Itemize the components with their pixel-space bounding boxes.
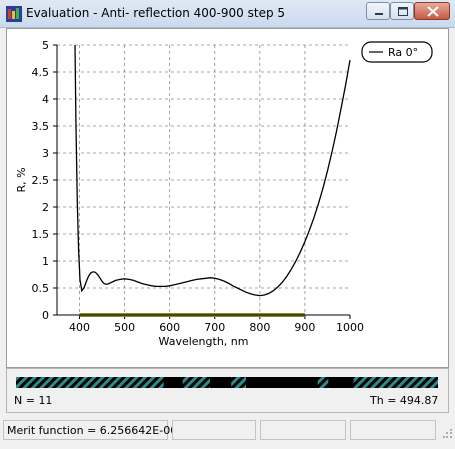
- grid: [57, 44, 350, 315]
- x-tick-label: 600: [159, 321, 180, 334]
- y-tick-label: 2: [42, 201, 49, 214]
- y-axis-label: R, %: [15, 167, 28, 192]
- maximize-button[interactable]: [390, 2, 414, 20]
- x-tick-label: 900: [294, 321, 315, 334]
- y-tick-label: 5: [42, 39, 49, 52]
- layer-strip: [16, 377, 438, 388]
- window-title: Evaluation - Anti- reflection 400-900 st…: [26, 6, 286, 20]
- legend: Ra 0°: [361, 41, 433, 63]
- strip-layer-segment: [317, 377, 329, 388]
- strip-layer-segment: [353, 377, 438, 388]
- minimize-icon: [375, 13, 383, 15]
- close-icon: [427, 6, 439, 17]
- status-cell-2: [172, 420, 256, 440]
- n-label: N = 11: [14, 394, 53, 407]
- strip-layer-segment: [182, 377, 211, 388]
- y-tick-label: 3: [42, 147, 49, 160]
- y-tick-label: 2.5: [32, 174, 50, 187]
- title-bar: Evaluation - Anti- reflection 400-900 st…: [0, 0, 455, 28]
- x-tick-label: 1000: [336, 321, 364, 334]
- chart-panel: 400 500 600 700 800 900 1000 0 0.5 1 1.5 2 2.5 3 3.5 4 4…: [6, 28, 449, 368]
- strip-layer-segment: [16, 377, 164, 388]
- y-tick-label: 1.5: [32, 228, 50, 241]
- minimize-button[interactable]: [366, 2, 390, 20]
- merit-status-cell: Merit function = 6.256642E-001: [3, 420, 184, 440]
- resize-grip-icon[interactable]: [443, 429, 453, 439]
- y-tick-label: 0.5: [32, 282, 50, 295]
- y-tick-label: 1: [42, 255, 49, 268]
- th-label: Th = 494.87: [370, 394, 439, 407]
- y-tick-label: 4.5: [32, 66, 50, 79]
- x-tick-label: 400: [69, 321, 90, 334]
- merit-function-text: Merit function = 6.256642E-001: [7, 424, 185, 437]
- strip-layer-segment: [231, 377, 246, 388]
- x-tick-label: 700: [204, 321, 225, 334]
- y-tick-label: 4: [42, 93, 49, 106]
- legend-label: Ra 0°: [388, 46, 418, 59]
- layer-strip-panel: N = 11 Th = 494.87: [6, 368, 449, 413]
- close-button[interactable]: [414, 2, 450, 20]
- x-tick-label: 800: [249, 321, 270, 334]
- app-icon: [6, 6, 22, 22]
- x-axis-label: Wavelength, nm: [159, 335, 249, 348]
- status-bar: Merit function = 6.256642E-001: [0, 417, 455, 449]
- maximize-icon: [398, 7, 408, 16]
- status-cell-3: [260, 420, 346, 440]
- y-tick-label: 0: [42, 309, 49, 322]
- series-line-ra-0: [74, 44, 351, 297]
- y-tick-label: 3.5: [32, 120, 50, 133]
- x-tick-label: 500: [114, 321, 135, 334]
- reflectance-chart: 400 500 600 700 800 900 1000 0 0.5 1 1.5 2 2.5 3 3.5 4 4…: [15, 39, 433, 348]
- status-cell-4: [350, 420, 436, 440]
